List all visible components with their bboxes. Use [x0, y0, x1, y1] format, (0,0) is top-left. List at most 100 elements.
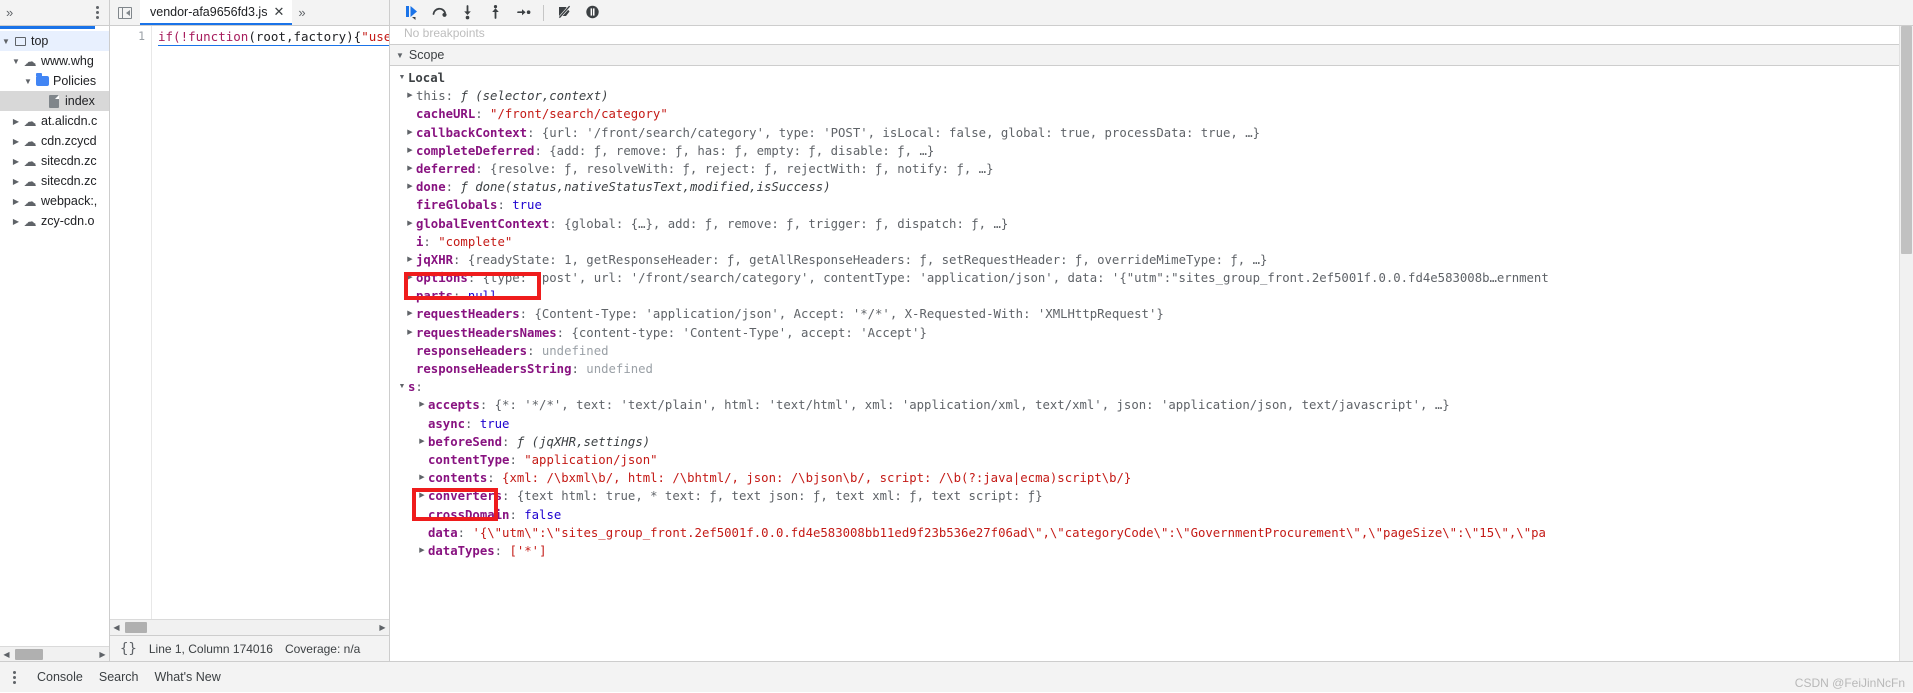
scope-row-responseheaders[interactable]: responseHeaders: undefined [390, 342, 1913, 360]
scope-row-done[interactable]: done: ƒ done(status,nativeStatusText,mod… [390, 178, 1913, 196]
scope-row-globaleventcontext[interactable]: globalEventContext: {global: {…}, add: ƒ… [390, 215, 1913, 233]
scrollbar-thumb[interactable] [125, 622, 147, 633]
scope-section-header[interactable]: ▼ Scope [390, 44, 1913, 66]
editor-horizontal-scrollbar[interactable]: ◀ ▶ [110, 619, 389, 635]
scope-row-responseheadersstring[interactable]: responseHeadersString: undefined [390, 360, 1913, 378]
scope-row-converters[interactable]: converters: {text html: true, * text: ƒ,… [390, 487, 1913, 505]
source-tab-vendor-js[interactable]: vendor-afa9656fd3.js ✕ [140, 0, 293, 25]
navigator-horizontal-scrollbar[interactable]: ◀ ▶ [0, 646, 109, 661]
scope-row-contents[interactable]: contents: {xml: /\bxml\b/, html: /\bhtml… [390, 469, 1913, 487]
scope-row-parts[interactable]: parts: null [390, 287, 1913, 305]
twisty-closed-icon[interactable] [10, 217, 22, 226]
twisty-closed-icon[interactable] [404, 269, 416, 287]
twisty-closed-icon[interactable] [10, 197, 22, 206]
twisty-closed-icon[interactable] [404, 215, 416, 233]
show-navigator-icon[interactable] [110, 0, 140, 25]
step-over-next-function-call-button[interactable] [426, 2, 452, 24]
scope-row-completedeferred[interactable]: completeDeferred: {add: ƒ, remove: ƒ, ha… [390, 142, 1913, 160]
twisty-closed-icon[interactable] [416, 469, 428, 487]
twisty-closed-icon[interactable] [404, 178, 416, 196]
close-icon[interactable]: ✕ [273, 5, 284, 18]
twisty-open-icon[interactable] [10, 57, 22, 66]
twisty-closed-icon[interactable] [10, 117, 22, 126]
debugger-vertical-scrollbar[interactable] [1899, 26, 1913, 661]
tree-item-zcy-cdn[interactable]: ☁ zcy-cdn.o [0, 211, 109, 231]
scope-row-options[interactable]: options: {type: 'post', url: '/front/sea… [390, 269, 1913, 287]
twisty-closed-icon[interactable] [10, 177, 22, 186]
scope-row-requestheadersnames[interactable]: requestHeadersNames: {content-type: 'Con… [390, 324, 1913, 342]
pretty-print-icon[interactable]: {} [120, 641, 137, 657]
tree-item-sitecdn-zc-2[interactable]: ☁ sitecdn.zc [0, 171, 109, 191]
scroll-right-arrow-icon[interactable]: ▶ [96, 650, 109, 659]
property-value: {readyState: 1, getResponseHeader: ƒ, ge… [467, 252, 1268, 267]
scope-row-fireglobals[interactable]: fireGlobals: true [390, 196, 1913, 214]
resume-script-execution-button[interactable] [398, 2, 424, 24]
drawer-tab-console[interactable]: Console [37, 670, 83, 684]
pause-on-exceptions-button[interactable] [579, 2, 605, 24]
scope-row-deferred[interactable]: deferred: {resolve: ƒ, resolveWith: ƒ, r… [390, 160, 1913, 178]
scope-row-beforesend[interactable]: beforeSend: ƒ (jqXHR,settings) [390, 433, 1913, 451]
scrollbar-thumb[interactable] [15, 648, 43, 660]
scope-row-contenttype[interactable]: contentType: "application/json" [390, 451, 1913, 469]
tree-item-policies[interactable]: Policies [0, 71, 109, 91]
twisty-open-icon[interactable] [396, 69, 408, 87]
chevron-double-right-icon[interactable]: » [6, 6, 13, 19]
code-content[interactable]: if(!function(root,factory){"use [152, 26, 389, 619]
twisty-closed-icon[interactable] [404, 251, 416, 269]
drawer-tab-whats-new[interactable]: What's New [154, 670, 220, 684]
watermark-label: CSDN @FeiJinNcFn [1794, 676, 1905, 690]
scroll-left-arrow-icon[interactable]: ◀ [110, 623, 123, 632]
twisty-open-icon[interactable] [22, 77, 34, 86]
scope-row-this[interactable]: this: ƒ (selector,context) [390, 87, 1913, 105]
scope-row-async[interactable]: async: true [390, 415, 1913, 433]
scroll-left-arrow-icon[interactable]: ◀ [0, 650, 13, 659]
drawer-tab-search[interactable]: Search [99, 670, 139, 684]
scope-row-accepts[interactable]: accepts: {*: '*/*', text: 'text/plain', … [390, 396, 1913, 414]
tree-item-top[interactable]: top [0, 31, 109, 51]
scrollbar-thumb[interactable] [1901, 26, 1912, 254]
step-button[interactable] [510, 2, 536, 24]
twisty-closed-icon[interactable] [404, 87, 416, 105]
twisty-open-icon[interactable] [0, 37, 12, 46]
twisty-closed-icon[interactable] [10, 157, 22, 166]
twisty-closed-icon[interactable] [416, 433, 428, 451]
twisty-closed-icon[interactable] [404, 160, 416, 178]
scope-row-cacheurl[interactable]: cacheURL: "/front/search/category" [390, 105, 1913, 123]
chevron-double-right-icon[interactable]: » [292, 0, 310, 25]
tree-item-www-whg[interactable]: ☁ www.whg [0, 51, 109, 71]
tree-item-at-alicdn[interactable]: ☁ at.alicdn.c [0, 111, 109, 131]
scope-row-datatypes[interactable]: dataTypes: ['*'] [390, 542, 1913, 560]
twisty-closed-icon[interactable] [416, 487, 428, 505]
kebab-menu-icon[interactable] [8, 670, 21, 684]
tree-item-label: index [65, 94, 95, 108]
twisty-closed-icon[interactable] [416, 542, 428, 560]
scope-row-data[interactable]: data: '{\"utm\":\"sites_group_front.2ef5… [390, 524, 1913, 542]
deactivate-breakpoints-button[interactable] [551, 2, 577, 24]
property-value: {add: ƒ, remove: ƒ, has: ƒ, empty: ƒ, di… [549, 143, 935, 158]
scope-row-callbackcontext[interactable]: callbackContext: {url: '/front/search/ca… [390, 124, 1913, 142]
twisty-closed-icon[interactable] [10, 137, 22, 146]
tree-item-webpack[interactable]: ☁ webpack:, [0, 191, 109, 211]
tree-item-sitecdn-zc-1[interactable]: ☁ sitecdn.zc [0, 151, 109, 171]
tree-item-cdn-zcycd[interactable]: ☁ cdn.zcycd [0, 131, 109, 151]
scope-row-crossdomain[interactable]: crossDomain: false [390, 506, 1913, 524]
scope-row-i[interactable]: i: "complete" [390, 233, 1913, 251]
twisty-closed-icon[interactable] [404, 142, 416, 160]
tree-item-index[interactable]: index [0, 91, 109, 111]
caret-down-icon[interactable]: ▼ [396, 51, 404, 60]
scroll-right-arrow-icon[interactable]: ▶ [376, 623, 389, 632]
twisty-closed-icon[interactable] [416, 396, 428, 414]
scope-row-s[interactable]: s: [390, 378, 1913, 396]
scope-row-local[interactable]: Local [390, 69, 1913, 87]
kebab-menu-icon[interactable] [92, 4, 103, 21]
twisty-closed-icon[interactable] [404, 124, 416, 142]
code-token-args: (root,factory){ [248, 29, 362, 44]
twisty-closed-icon[interactable] [404, 305, 416, 323]
step-out-of-current-function-button[interactable] [482, 2, 508, 24]
twisty-closed-icon[interactable] [404, 324, 416, 342]
step-into-next-function-call-button[interactable] [454, 2, 480, 24]
scope-row-jqxhr[interactable]: jqXHR: {readyState: 1, getResponseHeader… [390, 251, 1913, 269]
twisty-open-icon[interactable] [396, 378, 408, 396]
scope-row-requestheaders[interactable]: requestHeaders: {Content-Type: 'applicat… [390, 305, 1913, 323]
code-token-if: if(! [158, 29, 189, 44]
